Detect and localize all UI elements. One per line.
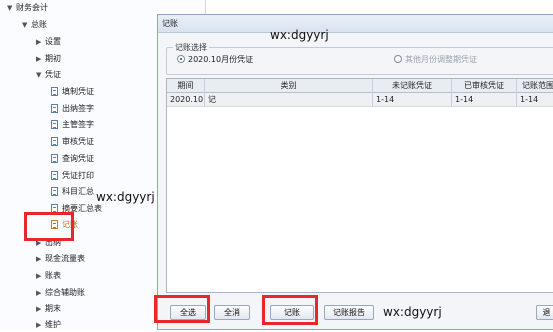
- document-icon: [51, 104, 58, 113]
- chevron-down-icon: ▼: [7, 4, 13, 12]
- tree-item-aux-ledger[interactable]: ▶ 综合辅助账: [36, 286, 85, 300]
- radio-other-period[interactable]: 其他月份调整期凭证: [394, 55, 477, 65]
- tree-item-cashflow[interactable]: ▶ 现金流量表: [36, 252, 85, 266]
- chevron-right-icon: ▶: [36, 239, 42, 247]
- watermark-top: wx:dgyyrj: [270, 28, 329, 42]
- exit-button[interactable]: 退: [536, 305, 553, 320]
- watermark-bottom: wx:dgyyrj: [383, 305, 442, 319]
- chevron-right-icon: ▶: [36, 55, 42, 63]
- tree-item-post[interactable]: 记账: [51, 218, 78, 232]
- tree-item-cashier-sign[interactable]: 出纳签字: [51, 102, 94, 116]
- chevron-down-icon: ▼: [36, 71, 42, 79]
- column-header-range[interactable]: 记账范围: [517, 79, 553, 93]
- post-button[interactable]: 记账: [270, 305, 314, 320]
- tree-item-voucher[interactable]: ▼ 凭证: [36, 68, 61, 82]
- clear-all-button[interactable]: 全消: [214, 305, 250, 320]
- document-icon: [51, 120, 58, 129]
- table-cell-period[interactable]: 2020.10: [167, 93, 205, 107]
- voucher-table: 期间 类别 未记账凭证 已审核凭证 记账范围 2020.10 记 1-14 1-…: [166, 78, 553, 293]
- document-icon: [51, 137, 58, 146]
- table-cell-type[interactable]: 记: [205, 93, 373, 107]
- radio-unchecked-icon: [394, 55, 402, 63]
- tree-item-abstract-summary[interactable]: 摘要汇总表: [51, 202, 102, 216]
- document-icon: [51, 154, 58, 163]
- post-dialog: 记账 记账选择 2020.10月份凭证 其他月份调整期凭证 期间 类别 未记账凭…: [157, 14, 553, 330]
- watermark-left: wx:dgyyrj: [96, 190, 155, 204]
- radio-current-period[interactable]: 2020.10月份凭证: [177, 55, 253, 65]
- document-icon: [51, 171, 58, 180]
- tree-item-cashier[interactable]: ▶ 出纳: [36, 236, 61, 250]
- tree-item-period-end[interactable]: ▶ 期末: [36, 302, 61, 316]
- column-header-reviewed[interactable]: 已审核凭证: [452, 79, 517, 93]
- tree-item-setup[interactable]: ▶ 设置: [36, 35, 61, 49]
- column-header-unposted[interactable]: 未记账凭证: [373, 79, 452, 93]
- chevron-right-icon: ▶: [36, 289, 42, 297]
- chevron-down-icon: ▼: [22, 21, 28, 29]
- table-cell-reviewed[interactable]: 1-14: [452, 93, 517, 107]
- tree-item-query-voucher[interactable]: 查询凭证: [51, 152, 94, 166]
- table-cell-unposted[interactable]: 1-14: [373, 93, 452, 107]
- radio-checked-icon: [177, 55, 185, 63]
- document-icon: [51, 204, 58, 213]
- document-icon: [51, 187, 58, 196]
- tree-item-opening[interactable]: ▶ 期初: [36, 52, 61, 66]
- column-header-type[interactable]: 类别: [205, 79, 373, 93]
- group-label: 记账选择: [173, 42, 209, 53]
- tree-item-reports[interactable]: ▶ 账表: [36, 269, 61, 283]
- chevron-right-icon: ▶: [36, 305, 42, 313]
- tree-item-review-voucher[interactable]: 审核凭证: [51, 135, 94, 149]
- tree-item-accounting[interactable]: ▼ 财务会计: [7, 1, 48, 15]
- tree-item-print-voucher[interactable]: 凭证打印: [51, 169, 94, 183]
- post-report-button[interactable]: 记账报告: [324, 305, 374, 320]
- chevron-right-icon: ▶: [36, 38, 42, 46]
- column-header-period[interactable]: 期间: [167, 79, 205, 93]
- chevron-right-icon: ▶: [36, 272, 42, 280]
- document-icon: [51, 220, 58, 229]
- post-selection-group: 记账选择 2020.10月份凭证 其他月份调整期凭证: [166, 42, 553, 75]
- chevron-right-icon: ▶: [36, 255, 42, 263]
- tree-item-account-summary[interactable]: 科目汇总: [51, 185, 94, 199]
- tree-item-supervisor-sign[interactable]: 主管签字: [51, 118, 94, 132]
- table-cell-range[interactable]: 1-14: [517, 93, 553, 107]
- dialog-title: 记账: [158, 15, 553, 33]
- tree-item-fill-voucher[interactable]: 填制凭证: [51, 85, 94, 99]
- document-icon: [51, 87, 58, 96]
- tree-item-general-ledger[interactable]: ▼ 总账: [22, 18, 47, 32]
- select-all-button[interactable]: 全选: [170, 305, 206, 320]
